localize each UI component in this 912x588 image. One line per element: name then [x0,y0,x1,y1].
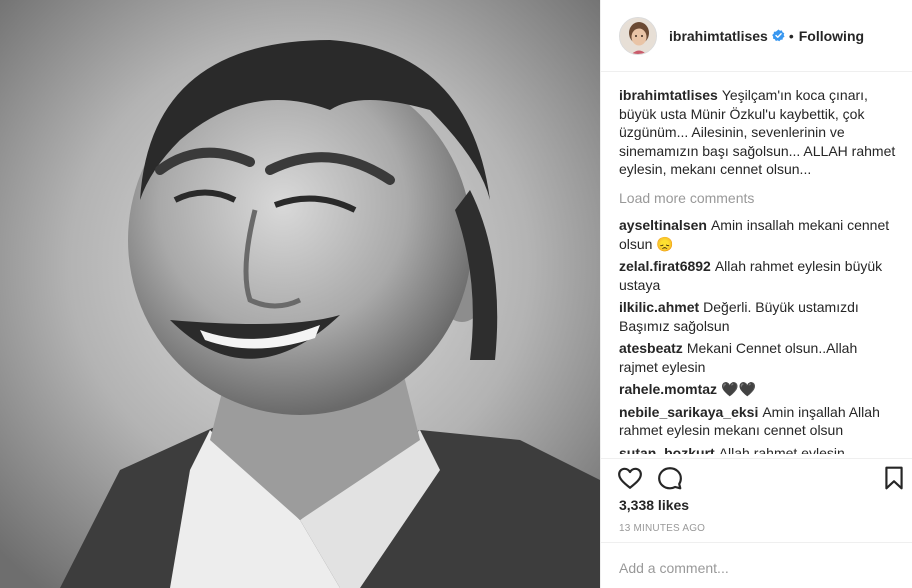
post-caption: ibrahimtatlises Yeşilçam'ın koca çınarı, … [619,86,899,179]
comment-username[interactable]: zelal.firat6892 [619,258,711,274]
comment-username[interactable]: atesbeatz [619,340,683,356]
caption-username[interactable]: ibrahimtatlises [619,87,718,103]
comment-username[interactable]: ayseltinalsen [619,217,707,233]
comment-text: 🖤🖤 [721,381,756,397]
load-more-comments-button[interactable]: Load more comments [619,189,899,208]
avatar-image [620,17,656,54]
header-username[interactable]: ibrahimtatlises [669,28,768,44]
post-sidebar: ibrahimtatlises • Following ibrahimtatli… [600,0,912,588]
comment-username[interactable]: ilkilic.ahmet [619,299,699,315]
portrait-image [0,0,600,588]
comment-username[interactable]: rahele.momtaz [619,381,717,397]
header-separator: • [788,27,794,44]
post-photo[interactable] [0,0,600,588]
comments-list[interactable]: ibrahimtatlises Yeşilçam'ın koca çınarı, … [619,86,899,454]
comment-item: ayseltinalsen Amin insallah mekani cennet… [619,216,899,253]
post-actions [601,458,912,498]
avatar[interactable] [619,16,657,55]
heart-icon[interactable] [617,465,643,491]
comment-item: rahele.momtaz 🖤🖤 [619,380,899,399]
comment-item: atesbeatz Mekani Cennet olsun..Allah rajm… [619,339,899,376]
likes-count[interactable]: 3,338 likes [619,497,689,513]
comment-text: Allah rahmet eylesin [718,444,845,455]
comment-item: ilkilic.ahmet Değerli. Büyük ustamızdı Ba… [619,298,899,335]
following-button[interactable]: Following [799,28,864,44]
add-comment-bar [601,542,912,588]
post-timestamp: 13 MINUTES AGO [619,523,706,534]
comment-item: sutan_bozkurt Allah rahmet eylesin [619,444,899,455]
post-header: ibrahimtatlises • Following [601,0,912,72]
comment-item: nebile_sarikaya_eksi Amin inşallah Allah … [619,403,899,440]
add-comment-input[interactable] [619,558,889,578]
comment-bubble-icon[interactable] [657,465,683,491]
comment-username[interactable]: nebile_sarikaya_eksi [619,404,758,420]
bookmark-icon[interactable] [881,465,907,491]
verified-badge-icon [772,29,785,42]
comment-username[interactable]: sutan_bozkurt [619,445,715,455]
comment-item: zelal.firat6892 Allah rahmet eylesin büyü… [619,257,899,294]
